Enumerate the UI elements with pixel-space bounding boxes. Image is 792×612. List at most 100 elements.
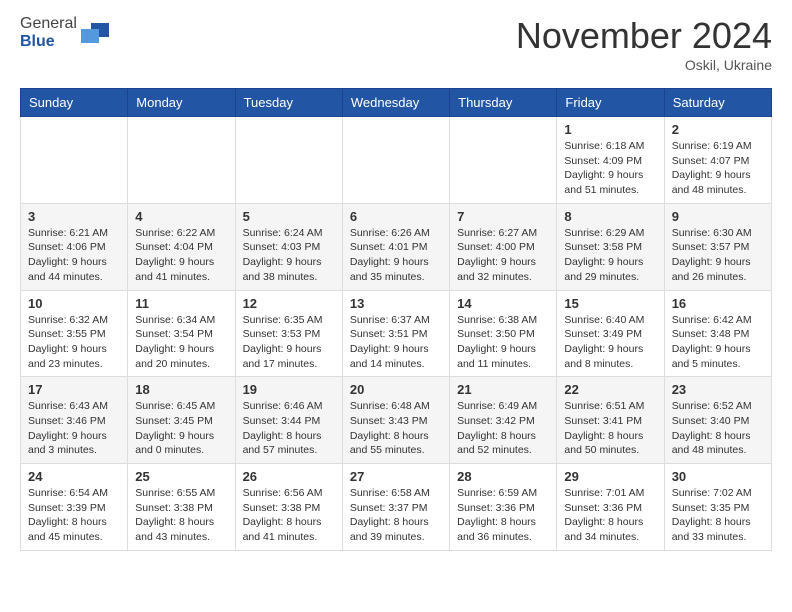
day-number: 24: [28, 469, 120, 484]
calendar-cell: 2 Sunrise: 6:19 AM Sunset: 4:07 PM Daylig…: [664, 117, 771, 204]
day-number: 11: [135, 296, 227, 311]
title-block: November 2024 Oskil, Ukraine: [516, 15, 772, 73]
calendar-cell: 17 Sunrise: 6:43 AM Sunset: 3:46 PM Dayli…: [21, 377, 128, 464]
day-info: Sunrise: 6:58 AM Sunset: 3:37 PM Dayligh…: [350, 486, 442, 545]
calendar-cell: 10 Sunrise: 6:32 AM Sunset: 3:55 PM Dayli…: [21, 290, 128, 377]
calendar-cell: [342, 117, 449, 204]
day-info: Sunrise: 6:49 AM Sunset: 3:42 PM Dayligh…: [457, 399, 549, 458]
day-info: Sunrise: 6:29 AM Sunset: 3:58 PM Dayligh…: [564, 226, 656, 285]
col-monday: Monday: [128, 89, 235, 117]
day-info: Sunrise: 6:45 AM Sunset: 3:45 PM Dayligh…: [135, 399, 227, 458]
day-info: Sunrise: 6:46 AM Sunset: 3:44 PM Dayligh…: [243, 399, 335, 458]
calendar-cell: 12 Sunrise: 6:35 AM Sunset: 3:53 PM Dayli…: [235, 290, 342, 377]
day-number: 1: [564, 122, 656, 137]
col-saturday: Saturday: [664, 89, 771, 117]
day-info: Sunrise: 6:19 AM Sunset: 4:07 PM Dayligh…: [672, 139, 764, 198]
calendar-cell: 5Sunrise: 6:24 AM Sunset: 4:03 PM Daylig…: [235, 203, 342, 290]
day-info: Sunrise: 6:21 AM Sunset: 4:06 PM Dayligh…: [28, 226, 120, 285]
day-info: Sunrise: 7:02 AM Sunset: 3:35 PM Dayligh…: [672, 486, 764, 545]
calendar-cell: 18 Sunrise: 6:45 AM Sunset: 3:45 PM Dayli…: [128, 377, 235, 464]
calendar-cell: [235, 117, 342, 204]
day-number: 12: [243, 296, 335, 311]
logo-text: General Blue: [20, 15, 77, 51]
calendar-cell: 23Sunrise: 6:52 AM Sunset: 3:40 PM Dayli…: [664, 377, 771, 464]
day-info: Sunrise: 6:48 AM Sunset: 3:43 PM Dayligh…: [350, 399, 442, 458]
calendar-week-row: 24 Sunrise: 6:54 AM Sunset: 3:39 PM Dayli…: [21, 464, 772, 551]
day-number: 5: [243, 209, 335, 224]
day-info: Sunrise: 6:37 AM Sunset: 3:51 PM Dayligh…: [350, 313, 442, 372]
calendar-cell: 29 Sunrise: 7:01 AM Sunset: 3:36 PM Dayli…: [557, 464, 664, 551]
calendar-cell: 25 Sunrise: 6:55 AM Sunset: 3:38 PM Dayli…: [128, 464, 235, 551]
day-number: 18: [135, 382, 227, 397]
calendar-week-row: 3Sunrise: 6:21 AM Sunset: 4:06 PM Daylig…: [21, 203, 772, 290]
day-number: 29: [564, 469, 656, 484]
logo-icon: [81, 19, 109, 47]
day-number: 10: [28, 296, 120, 311]
day-info: Sunrise: 6:42 AM Sunset: 3:48 PM Dayligh…: [672, 313, 764, 372]
calendar-cell: [21, 117, 128, 204]
calendar-cell: 3Sunrise: 6:21 AM Sunset: 4:06 PM Daylig…: [21, 203, 128, 290]
day-info: Sunrise: 6:56 AM Sunset: 3:38 PM Dayligh…: [243, 486, 335, 545]
day-number: 13: [350, 296, 442, 311]
day-info: Sunrise: 6:54 AM Sunset: 3:39 PM Dayligh…: [28, 486, 120, 545]
col-thursday: Thursday: [450, 89, 557, 117]
day-number: 6: [350, 209, 442, 224]
calendar-cell: 8 Sunrise: 6:29 AM Sunset: 3:58 PM Daylig…: [557, 203, 664, 290]
page: General Blue November 2024 Oskil, Ukrain…: [0, 0, 792, 566]
day-number: 2: [672, 122, 764, 137]
calendar-week-row: 17 Sunrise: 6:43 AM Sunset: 3:46 PM Dayli…: [21, 377, 772, 464]
day-number: 14: [457, 296, 549, 311]
day-info: Sunrise: 6:55 AM Sunset: 3:38 PM Dayligh…: [135, 486, 227, 545]
calendar-cell: [450, 117, 557, 204]
calendar-cell: 9Sunrise: 6:30 AM Sunset: 3:57 PM Daylig…: [664, 203, 771, 290]
day-info: Sunrise: 6:43 AM Sunset: 3:46 PM Dayligh…: [28, 399, 120, 458]
calendar-cell: 1 Sunrise: 6:18 AM Sunset: 4:09 PM Daylig…: [557, 117, 664, 204]
calendar-cell: 15 Sunrise: 6:40 AM Sunset: 3:49 PM Dayli…: [557, 290, 664, 377]
col-sunday: Sunday: [21, 89, 128, 117]
col-friday: Friday: [557, 89, 664, 117]
day-number: 19: [243, 382, 335, 397]
month-title: November 2024: [516, 15, 772, 57]
calendar-cell: 14 Sunrise: 6:38 AM Sunset: 3:50 PM Dayli…: [450, 290, 557, 377]
day-number: 17: [28, 382, 120, 397]
calendar-cell: [128, 117, 235, 204]
calendar-cell: 20Sunrise: 6:48 AM Sunset: 3:43 PM Dayli…: [342, 377, 449, 464]
day-info: Sunrise: 6:38 AM Sunset: 3:50 PM Dayligh…: [457, 313, 549, 372]
calendar-table: Sunday Monday Tuesday Wednesday Thursday…: [20, 88, 772, 551]
logo-general: General: [20, 15, 77, 32]
day-info: Sunrise: 6:51 AM Sunset: 3:41 PM Dayligh…: [564, 399, 656, 458]
day-info: Sunrise: 6:34 AM Sunset: 3:54 PM Dayligh…: [135, 313, 227, 372]
day-info: Sunrise: 6:59 AM Sunset: 3:36 PM Dayligh…: [457, 486, 549, 545]
day-number: 28: [457, 469, 549, 484]
calendar-cell: 26Sunrise: 6:56 AM Sunset: 3:38 PM Dayli…: [235, 464, 342, 551]
day-info: Sunrise: 6:27 AM Sunset: 4:00 PM Dayligh…: [457, 226, 549, 285]
day-number: 27: [350, 469, 442, 484]
calendar-cell: 22 Sunrise: 6:51 AM Sunset: 3:41 PM Dayli…: [557, 377, 664, 464]
day-number: 23: [672, 382, 764, 397]
calendar-cell: 4Sunrise: 6:22 AM Sunset: 4:04 PM Daylig…: [128, 203, 235, 290]
calendar-cell: 13 Sunrise: 6:37 AM Sunset: 3:51 PM Dayli…: [342, 290, 449, 377]
day-number: 9: [672, 209, 764, 224]
day-number: 25: [135, 469, 227, 484]
day-number: 15: [564, 296, 656, 311]
day-number: 30: [672, 469, 764, 484]
day-info: Sunrise: 6:32 AM Sunset: 3:55 PM Dayligh…: [28, 313, 120, 372]
day-number: 16: [672, 296, 764, 311]
calendar-header-row: Sunday Monday Tuesday Wednesday Thursday…: [21, 89, 772, 117]
header: General Blue November 2024 Oskil, Ukrain…: [20, 15, 772, 73]
day-number: 22: [564, 382, 656, 397]
calendar-week-row: 1 Sunrise: 6:18 AM Sunset: 4:09 PM Daylig…: [21, 117, 772, 204]
day-info: Sunrise: 6:18 AM Sunset: 4:09 PM Dayligh…: [564, 139, 656, 198]
day-info: Sunrise: 6:35 AM Sunset: 3:53 PM Dayligh…: [243, 313, 335, 372]
calendar-week-row: 10 Sunrise: 6:32 AM Sunset: 3:55 PM Dayli…: [21, 290, 772, 377]
calendar-cell: 11 Sunrise: 6:34 AM Sunset: 3:54 PM Dayli…: [128, 290, 235, 377]
location: Oskil, Ukraine: [516, 57, 772, 73]
day-number: 21: [457, 382, 549, 397]
calendar-cell: 6 Sunrise: 6:26 AM Sunset: 4:01 PM Daylig…: [342, 203, 449, 290]
day-number: 8: [564, 209, 656, 224]
col-tuesday: Tuesday: [235, 89, 342, 117]
day-info: Sunrise: 6:26 AM Sunset: 4:01 PM Dayligh…: [350, 226, 442, 285]
calendar-cell: 28 Sunrise: 6:59 AM Sunset: 3:36 PM Dayli…: [450, 464, 557, 551]
day-info: Sunrise: 7:01 AM Sunset: 3:36 PM Dayligh…: [564, 486, 656, 545]
day-info: Sunrise: 6:40 AM Sunset: 3:49 PM Dayligh…: [564, 313, 656, 372]
